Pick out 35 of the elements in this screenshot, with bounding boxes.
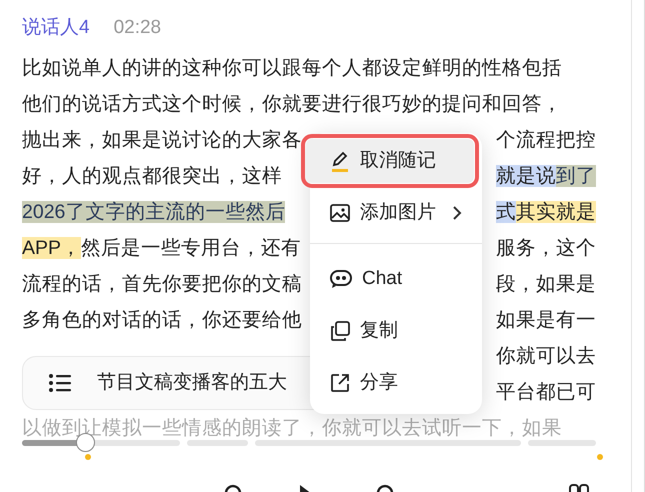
- transcript-text: 抛出来，如果是说讨论的大家各: [22, 129, 302, 152]
- highlighted-text: 到了: [556, 165, 596, 188]
- transcript-text: 比如说单人的讲的这种你可以跟每个人都设定鲜明的性格包括: [22, 57, 562, 80]
- transcript-text: 流程的话，首先你要把你的文稿: [22, 273, 302, 296]
- menu-item[interactable]: 添加图片: [312, 191, 474, 235]
- list-icon[interactable]: [49, 374, 71, 392]
- outline-title: 节目文稿变播客的五大: [97, 370, 287, 395]
- transcript-text: 多角色的对话的话，你还要给他: [22, 309, 302, 332]
- copy-icon: [330, 321, 350, 341]
- menu-item[interactable]: Chat: [312, 257, 474, 301]
- transcript-text: 段，如果是: [496, 273, 596, 296]
- highlighted-text: 式: [496, 201, 516, 224]
- transcript-text: 个流程把控: [496, 129, 596, 152]
- chat-bot-icon: [330, 269, 352, 289]
- highlighted-text: 其实就是: [516, 201, 596, 224]
- transcript-text: 你就可以去: [496, 345, 596, 368]
- highlighted-text: 2026了文字的主流的一些然后: [22, 201, 286, 224]
- transcript-text: 平台都已可: [496, 381, 596, 404]
- pen-icon: [330, 150, 350, 172]
- share-icon: [330, 373, 350, 393]
- image-icon: [330, 204, 350, 222]
- menu-item[interactable]: 分享: [312, 361, 474, 405]
- transcript-text: 好，人的观点都很突出，这样: [22, 165, 282, 188]
- menu-item[interactable]: 取消随记: [306, 139, 474, 183]
- highlighted-text: 就是说: [496, 165, 556, 188]
- speaker-name: 说话人4: [22, 16, 90, 40]
- timestamp: 02:28: [114, 16, 162, 40]
- highlighted-text: APP，: [22, 237, 82, 260]
- transcript-text: 如果是有一: [496, 309, 596, 332]
- transcript-text: 他们的说话方式这个时候，你就要进行很巧妙的提问和回答，: [22, 93, 562, 116]
- menu-item[interactable]: 复制: [312, 309, 474, 353]
- transcript-text: 然后是一些专用台，还有: [81, 237, 302, 260]
- note-marker: [596, 454, 603, 460]
- transcript-text: 服务，这个: [496, 237, 596, 260]
- note-marker: [85, 454, 92, 460]
